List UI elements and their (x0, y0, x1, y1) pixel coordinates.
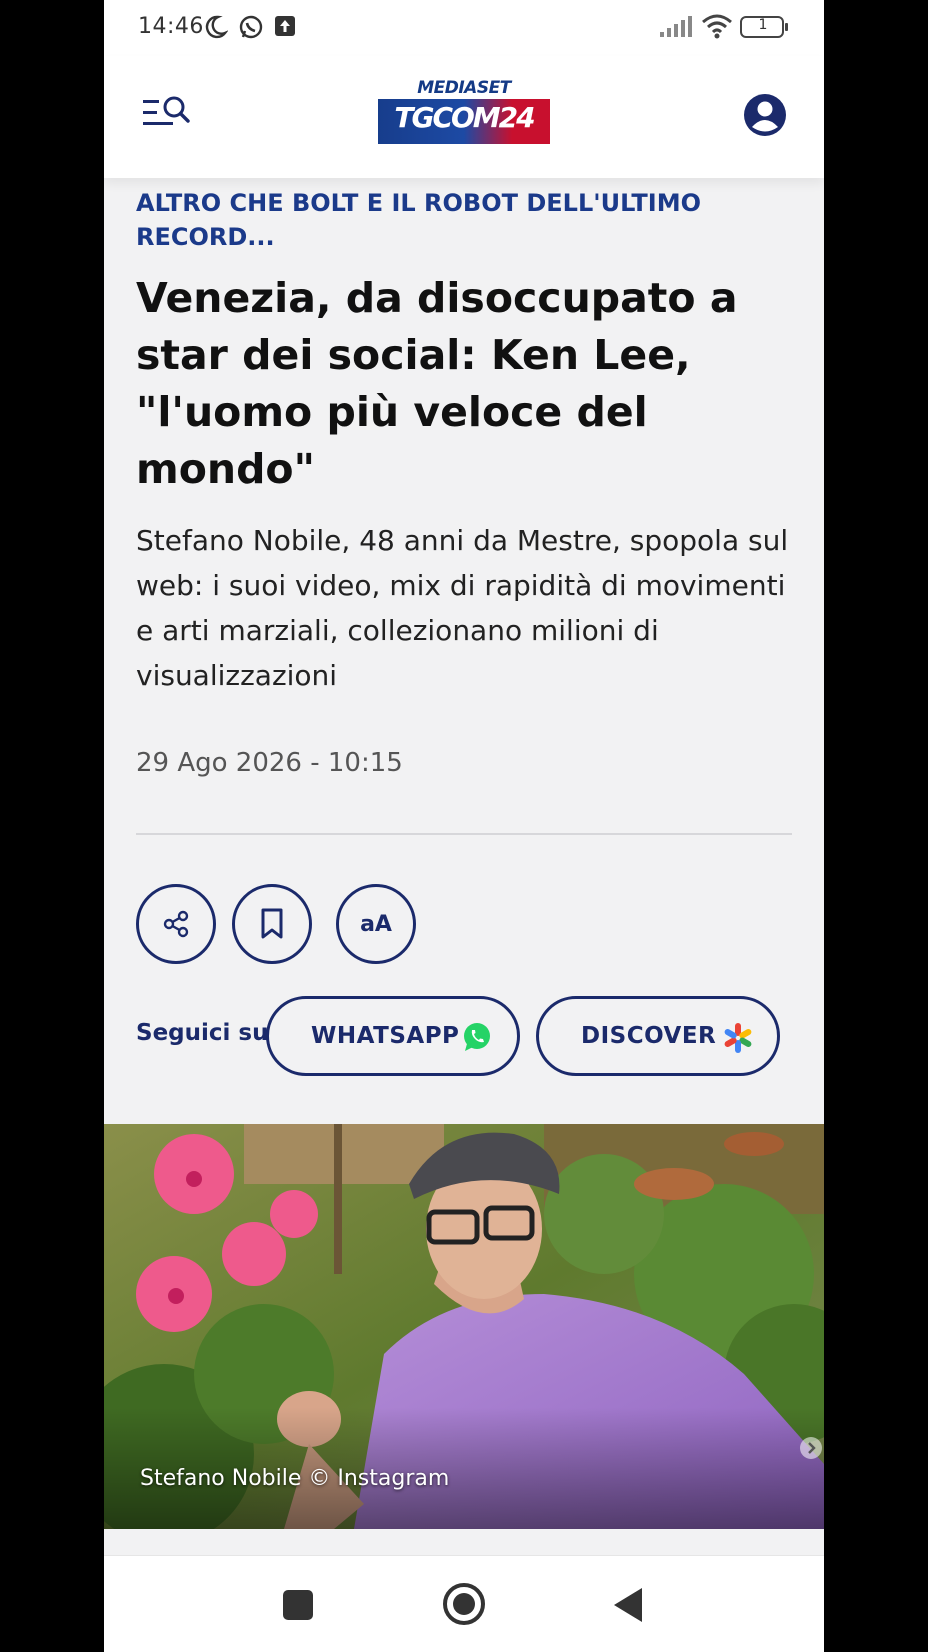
home-button[interactable] (442, 1582, 486, 1626)
logo-box: TGCOM24 (378, 99, 550, 144)
google-discover-icon (724, 1023, 752, 1053)
bookmark-icon (261, 908, 283, 939)
moon-icon (205, 15, 228, 39)
content-below (104, 1529, 824, 1555)
whatsapp-notification-icon (239, 15, 263, 39)
gallery-next-button[interactable] (800, 1437, 822, 1459)
article-headline: Venezia, da disoccupato a star dei socia… (136, 274, 738, 493)
status-bar: 14:46 1 (104, 0, 824, 56)
whatsapp-icon (464, 1023, 490, 1051)
article-summary: Stefano Nobile, 48 anni da Mestre, spopo… (136, 524, 789, 692)
app-header: MEDIASET TGCOM24 (104, 56, 824, 178)
share-icon (163, 910, 189, 938)
share-button[interactable] (136, 884, 216, 964)
recents-button[interactable] (282, 1589, 314, 1621)
font-size-label: aA (360, 911, 392, 937)
discover-follow-button[interactable]: DISCOVER (536, 996, 780, 1076)
font-size-button[interactable]: aA (336, 884, 416, 964)
chevron-right-icon (808, 1442, 816, 1454)
system-nav-bar (104, 1555, 824, 1652)
tgcom24-logo[interactable]: MEDIASET TGCOM24 (378, 78, 550, 144)
divider (136, 833, 792, 835)
phone-screen: 14:46 1 MEDIASET TGCOM24 ALTRO CHE BOLT … (104, 0, 824, 1652)
menu-search-button[interactable] (142, 94, 190, 134)
status-time: 14:46 (138, 14, 204, 39)
whatsapp-follow-button[interactable]: WHATSAPP (266, 996, 520, 1076)
article-kicker[interactable]: ALTRO CHE BOLT E IL ROBOT DELL'ULTIMO RE… (136, 186, 756, 254)
article-date: 29 Ago 2026 - 10:15 (136, 748, 403, 778)
bookmark-button[interactable] (232, 884, 312, 964)
discover-label: DISCOVER (581, 1023, 717, 1049)
wifi-icon (702, 14, 732, 39)
user-account-icon[interactable] (742, 92, 788, 138)
image-caption: Stefano Nobile © Instagram (140, 1466, 450, 1491)
upload-notification-icon (275, 16, 295, 36)
back-button[interactable] (612, 1586, 644, 1624)
whatsapp-label: WHATSAPP (311, 1023, 460, 1049)
logo-mediaset: MEDIASET (417, 78, 511, 98)
battery-level: 1 (758, 17, 768, 33)
logo-tgcom24: TGCOM24 (394, 101, 535, 134)
follow-label: Seguici su (136, 1020, 269, 1046)
signal-icon (660, 16, 692, 37)
